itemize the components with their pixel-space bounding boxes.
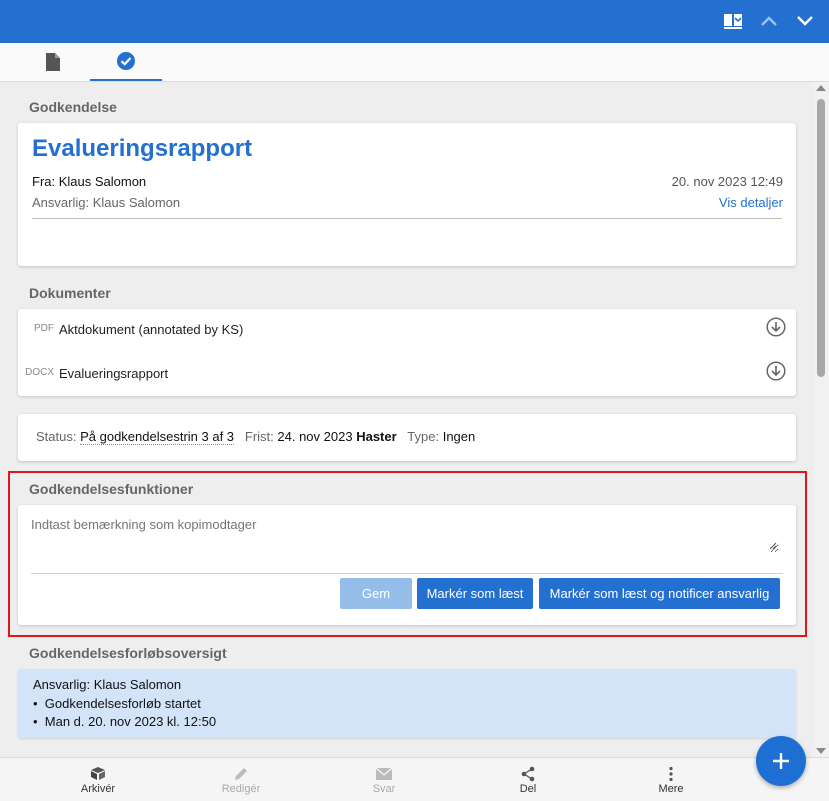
scrollbar[interactable]	[813, 82, 829, 757]
resize-grip-icon[interactable]	[769, 542, 777, 550]
divider	[32, 218, 782, 219]
functions-section-title: Godkendelsesfunktioner	[29, 481, 194, 497]
archive-icon	[89, 766, 107, 782]
file-type-label: PDF	[34, 323, 54, 334]
add-fab-button[interactable]	[756, 736, 806, 786]
documents-section-title: Dokumenter	[29, 285, 111, 301]
scroll-down-arrow-icon[interactable]	[816, 748, 826, 754]
download-icon[interactable]	[766, 361, 786, 381]
status-line: Status: På godkendelsestrin 3 af 3 Frist…	[36, 429, 476, 445]
chevron-down-icon[interactable]	[793, 9, 817, 33]
document-row-docx[interactable]: DOCX Evalueringsrapport	[18, 357, 796, 393]
documents-card: PDF Aktdokument (annotated by KS) DOCX E…	[18, 309, 796, 396]
save-button[interactable]: Gem	[340, 578, 412, 609]
check-circle-icon	[117, 52, 135, 70]
approval-date: 20. nov 2023 12:49	[671, 174, 783, 189]
overview-bullet: • Godkendelsesforløb startet	[33, 696, 201, 711]
share-icon	[520, 766, 536, 782]
mark-read-button[interactable]: Markér som læst	[417, 578, 533, 609]
functions-card: Gem Markér som læst Markér som læst og n…	[18, 505, 796, 625]
approval-card: Evalueringsrapport Fra: Klaus Salomon 20…	[18, 123, 796, 266]
document-name[interactable]: Aktdokument (annotated by KS)	[59, 322, 243, 337]
plus-icon	[773, 753, 789, 769]
edit-button[interactable]: Redigér	[196, 758, 286, 801]
tab-approval[interactable]	[90, 43, 162, 81]
overview-responsible: Ansvarlig: Klaus Salomon	[33, 677, 182, 692]
overview-section-title: Godkendelsesforløbsoversigt	[29, 645, 227, 661]
share-label: Del	[519, 783, 537, 795]
reply-label: Svar	[372, 783, 396, 795]
approval-title: Evalueringsrapport	[32, 135, 253, 162]
archive-button[interactable]: Arkivér	[53, 758, 143, 801]
status-label: Status:	[36, 429, 77, 444]
show-details-link[interactable]: Vis detaljer	[719, 195, 783, 210]
comment-input[interactable]	[31, 517, 779, 553]
file-type-label: DOCX	[25, 367, 54, 378]
more-vertical-icon	[668, 766, 674, 782]
type-value: Ingen	[442, 429, 476, 444]
book-open-icon[interactable]	[721, 9, 745, 33]
from-text: Fra: Klaus Salomon	[32, 174, 147, 189]
overview-bullet-text: Man d. 20. nov 2023 kl. 12:50	[44, 714, 217, 729]
overview-bullet: • Man d. 20. nov 2023 kl. 12:50	[33, 714, 217, 729]
bottom-action-bar: Arkivér Redigér Svar Del Mere	[0, 757, 829, 801]
tab-document[interactable]	[17, 43, 89, 81]
scroll-up-arrow-icon[interactable]	[816, 85, 826, 91]
mark-read-notify-button[interactable]: Markér som læst og notificer ansvarlig	[539, 578, 780, 609]
pencil-icon	[233, 766, 249, 782]
share-button[interactable]: Del	[483, 758, 573, 801]
status-card: Status: På godkendelsestrin 3 af 3 Frist…	[18, 414, 796, 461]
type-label: Type:	[407, 429, 440, 444]
document-row-pdf[interactable]: PDF Aktdokument (annotated by KS)	[18, 313, 796, 349]
reply-button[interactable]: Svar	[339, 758, 429, 801]
chevron-up-icon[interactable]	[757, 9, 781, 33]
urgent-badge: Haster	[356, 429, 397, 444]
deadline-label: Frist:	[244, 429, 274, 444]
envelope-icon	[375, 766, 393, 782]
document-icon	[46, 53, 60, 71]
status-value[interactable]: På godkendelsestrin 3 af 3	[80, 429, 235, 445]
responsible-text: Ansvarlig: Klaus Salomon	[32, 195, 181, 210]
divider	[31, 573, 783, 574]
more-label: Mere	[658, 783, 684, 795]
overview-bullet-text: Godkendelsesforløb startet	[44, 696, 201, 711]
main-content: Godkendelse Evalueringsrapport Fra: Klau…	[0, 82, 813, 757]
approval-section-title: Godkendelse	[29, 99, 117, 115]
document-name[interactable]: Evalueringsrapport	[59, 366, 168, 381]
more-button[interactable]: Mere	[626, 758, 716, 801]
overview-card: Ansvarlig: Klaus Salomon • Godkendelsesf…	[18, 669, 796, 738]
download-icon[interactable]	[766, 317, 786, 337]
top-bar	[0, 0, 829, 43]
archive-label: Arkivér	[80, 783, 116, 795]
scroll-thumb[interactable]	[817, 99, 825, 377]
tab-bar	[0, 43, 829, 82]
edit-label: Redigér	[221, 783, 261, 795]
deadline-value: 24. nov 2023	[277, 429, 353, 444]
